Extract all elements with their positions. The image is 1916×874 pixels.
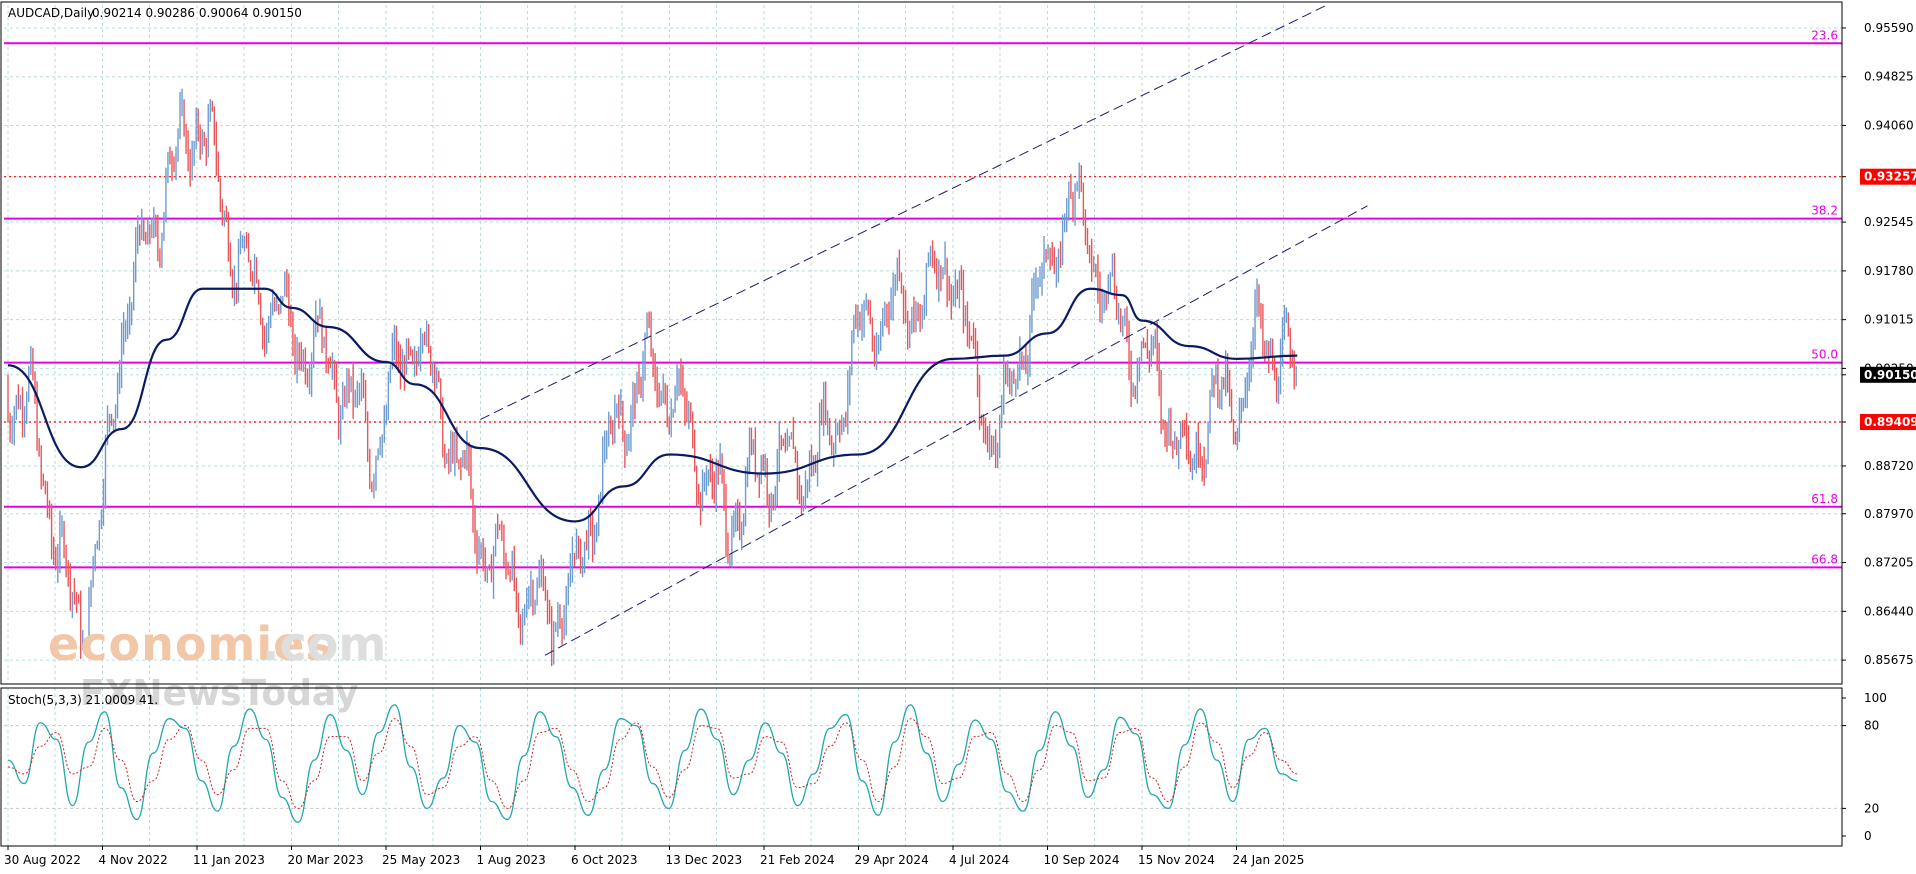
fib-level-label: 61.8: [1811, 492, 1838, 506]
x-tick-label: 11 Jan 2023: [193, 853, 265, 867]
fib-level-label: 23.6: [1811, 28, 1838, 42]
y-tick-label: 0.92545: [1864, 215, 1914, 229]
x-tick-label: 20 Mar 2023: [288, 853, 364, 867]
y-tick-label: 0.86440: [1864, 604, 1914, 618]
y-tick-label: 0.87205: [1864, 556, 1914, 570]
fib-level-label: 66.8: [1811, 552, 1838, 566]
stoch-main-line: [7, 704, 1298, 823]
y-tick-label: 0.91015: [1864, 313, 1914, 327]
price-badge-label: 0.90150: [1864, 368, 1916, 382]
main-panel-frame: [0, 1, 1843, 685]
x-tick-label: 13 Dec 2023: [666, 853, 743, 867]
x-tick-label: 29 Apr 2024: [855, 853, 929, 867]
stochastic-panel: [4, 704, 1842, 823]
channel-upper-line: [480, 4, 1328, 420]
fib-level-label: 38.2: [1811, 204, 1838, 218]
stoch-y-tick-label: 100: [1864, 691, 1887, 705]
price-axis: 0.95590 0.94825 0.94060 0.93257 0.92545 0.917…: [1842, 21, 1914, 843]
ohlc-values: 0.90214 0.90286 0.90064 0.90150: [92, 6, 302, 20]
price-badge-label: 0.89409: [1864, 415, 1916, 429]
y-tick-label: 0.95590: [1864, 21, 1914, 35]
grid-lines: [4, 5, 1842, 846]
trend-channel: [480, 4, 1368, 656]
time-axis: 30 Aug 2022 4 Nov 2022 11 Jan 2023 20 Mar 2…: [4, 846, 1304, 867]
stoch-y-tick-label: 0: [1864, 829, 1872, 843]
y-tick-label: 0.91780: [1864, 264, 1914, 278]
panel-frames: [0, 1, 1843, 847]
x-tick-label: 24 Jan 2025: [1233, 853, 1305, 867]
x-tick-label: 15 Nov 2024: [1138, 853, 1215, 867]
x-tick-label: 4 Nov 2022: [99, 853, 168, 867]
fib-level-label: 50.0: [1811, 348, 1838, 362]
y-tick-label: 0.88720: [1864, 459, 1914, 473]
x-tick-label: 25 May 2023: [382, 853, 460, 867]
stoch-title: Stoch(5,3,3) 21.0009 41.: [8, 693, 158, 707]
stoch-signal-line: [7, 718, 1298, 809]
y-tick-label: 0.85675: [1864, 653, 1914, 667]
symbol-title: AUDCAD,Daily: [8, 6, 94, 20]
x-tick-label: 21 Feb 2024: [760, 853, 835, 867]
watermark-brand-part2: .com: [262, 617, 386, 671]
stoch-y-tick-label: 80: [1864, 719, 1879, 733]
x-tick-label: 1 Aug 2023: [477, 853, 546, 867]
price-levels: 23.6 38.2 50.0 61.8 66.8: [4, 28, 1842, 569]
chart-canvas[interactable]: 23.638.250.061.866.8 economies .com FXNe…: [0, 0, 1916, 874]
channel-lower-line: [544, 205, 1368, 656]
price-badge-label: 0.93257: [1864, 170, 1916, 184]
x-tick-label: 6 Oct 2023: [571, 853, 638, 867]
x-tick-label: 4 Jul 2024: [949, 853, 1009, 867]
moving-average: [7, 287, 1298, 523]
y-tick-label: 0.94060: [1864, 118, 1914, 132]
price-badges: 0.93257 0.90150 0.89409: [1860, 168, 1916, 431]
y-tick-label: 0.94825: [1864, 70, 1914, 84]
stoch-y-tick-label: 20: [1864, 801, 1879, 815]
y-tick-label: 0.87970: [1864, 507, 1914, 521]
candlesticks: [7, 88, 1297, 667]
x-tick-label: 10 Sep 2024: [1044, 853, 1120, 867]
moving-average-line: [7, 287, 1298, 523]
chart-window[interactable]: 23.6 38.2 50.0 61.8 66.8 economies .com FXNe…: [0, 0, 1916, 874]
x-tick-label: 30 Aug 2022: [4, 853, 81, 867]
